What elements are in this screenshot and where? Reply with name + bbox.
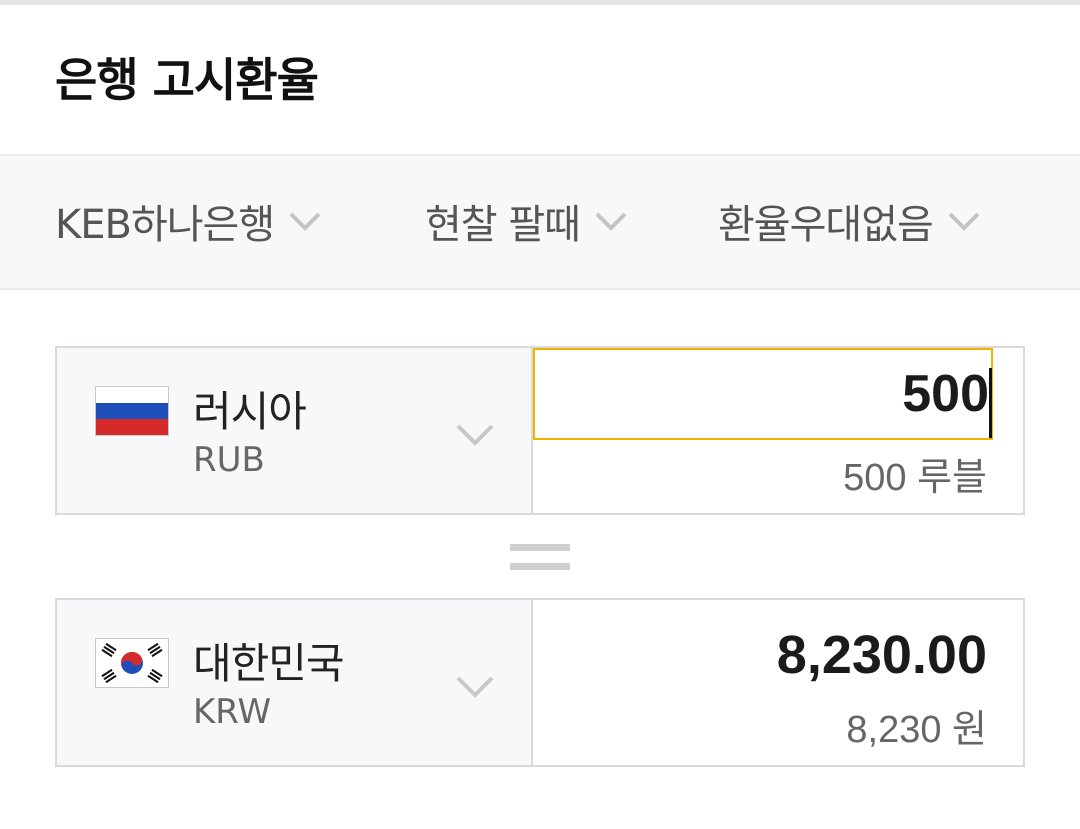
to-amount-text: 8,230 원 (846, 709, 987, 751)
filter-bar: KEB하나은행 현찰 팔때 환율우대없음 (0, 154, 1080, 290)
to-currency-row: 대한민국 KRW 8,230.00 8,230 원 (55, 598, 1025, 767)
from-currency-select[interactable]: 러시아 RUB (57, 348, 533, 513)
from-amount-text: 500 루블 (843, 457, 987, 499)
rate-type-label: 현찰 팔때 (425, 202, 581, 248)
to-amount-value: 8,230.00 (776, 625, 987, 685)
to-currency-code: KRW (193, 692, 272, 732)
chevron-down-icon (456, 424, 494, 446)
to-currency-select[interactable]: 대한민국 KRW (57, 600, 533, 765)
top-divider (0, 0, 1080, 5)
preferential-rate-label: 환율우대없음 (718, 202, 934, 248)
from-currency-row: 러시아 RUB 500 루블 (55, 346, 1025, 515)
from-amount-input[interactable] (533, 348, 993, 440)
chevron-down-icon (289, 212, 321, 231)
preferential-rate-select[interactable]: 환율우대없음 (718, 196, 981, 248)
chevron-down-icon (456, 676, 494, 698)
chevron-down-icon (595, 212, 627, 231)
bank-select-label: KEB하나은행 (55, 202, 275, 248)
from-country-name: 러시아 (193, 387, 307, 436)
chevron-down-icon (948, 212, 980, 231)
equals-icon (510, 544, 570, 572)
russia-flag-icon (95, 386, 169, 436)
text-caret (989, 368, 992, 438)
page-title: 은행 고시환율 (55, 53, 319, 107)
korea-flag-icon (95, 638, 169, 688)
rate-type-select[interactable]: 현찰 팔때 (425, 196, 628, 248)
bank-select[interactable]: KEB하나은행 (55, 196, 322, 248)
to-country-name: 대한민국 (193, 639, 345, 688)
from-currency-code: RUB (193, 440, 265, 480)
